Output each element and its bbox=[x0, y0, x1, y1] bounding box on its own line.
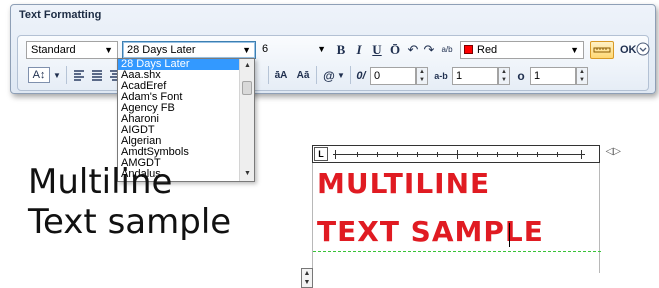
font-list-item[interactable]: AmdtSymbols bbox=[118, 147, 240, 158]
font-select-value: 28 Days Later bbox=[127, 44, 196, 56]
color-swatch bbox=[464, 45, 473, 54]
text-cursor bbox=[509, 223, 510, 247]
width-factor-spinner[interactable]: ▲ ▼ bbox=[576, 67, 588, 85]
font-list-item[interactable]: Algerian bbox=[118, 136, 240, 147]
font-list-item[interactable]: Aharoni bbox=[118, 114, 240, 125]
align-left-icon[interactable] bbox=[90, 69, 104, 88]
redo-icon[interactable]: ↷ bbox=[422, 41, 436, 59]
plain-text-line-2: Text sample bbox=[28, 202, 232, 242]
ruler-toggle-button[interactable] bbox=[590, 41, 614, 59]
chevron-down-icon[interactable]: ▼ bbox=[52, 67, 62, 85]
ruler-tick bbox=[457, 150, 458, 159]
ruler-tick bbox=[497, 152, 498, 157]
ruler-tick bbox=[537, 152, 538, 157]
toolbar-title: Text Formatting bbox=[19, 9, 102, 21]
tracking-spinner[interactable]: ▲ ▼ bbox=[498, 67, 510, 85]
ruler-tick bbox=[477, 152, 478, 157]
right-margin-marker[interactable] bbox=[581, 150, 582, 159]
undo-icon[interactable]: ↶ bbox=[406, 41, 420, 59]
plain-text-line-1: Multiline bbox=[28, 162, 173, 202]
italic-button[interactable]: I bbox=[352, 41, 366, 59]
ruler-tick bbox=[517, 152, 518, 157]
tab-type-icon[interactable]: L bbox=[314, 147, 328, 161]
stack-button[interactable]: a/b bbox=[438, 41, 456, 59]
text-ruler[interactable]: L ◁▷ bbox=[312, 145, 621, 163]
toolbar-separator bbox=[268, 66, 269, 84]
font-list-item[interactable]: 28 Days Later bbox=[118, 59, 240, 70]
scroll-up-icon[interactable]: ▲ bbox=[240, 59, 255, 73]
tracking-input[interactable]: 1 bbox=[452, 67, 498, 85]
toolbar-panel: Standard ▼ 28 Days Later ▼ 6 ▼ B I U Ō ↶… bbox=[17, 35, 650, 91]
style-select[interactable]: Standard ▼ bbox=[26, 41, 118, 59]
ruler-tick bbox=[417, 152, 418, 157]
oblique-angle-input[interactable]: 0 bbox=[370, 67, 416, 85]
text-editor[interactable]: L ◁▷ MULTILINE TEXT SAMPLE ▲ ▼ bbox=[301, 145, 621, 288]
overline-button[interactable]: Ō bbox=[388, 41, 402, 59]
text-formatting-toolbar: Text Formatting Standard ▼ 28 Days Later… bbox=[10, 4, 656, 94]
ruler-tick bbox=[557, 152, 558, 157]
scroll-down-icon[interactable]: ▼ bbox=[240, 167, 255, 181]
chevron-circle-down-icon[interactable] bbox=[636, 42, 650, 61]
height-resize-icon[interactable]: ▲ ▼ bbox=[301, 268, 313, 288]
red-text-line-1: MULTILINE bbox=[317, 167, 491, 200]
chevron-down-icon: ▼ bbox=[570, 45, 579, 55]
indent-marker[interactable] bbox=[335, 150, 336, 159]
ruler-tick bbox=[397, 152, 398, 157]
oblique-spinner[interactable]: ▲ ▼ bbox=[416, 67, 428, 85]
scroll-thumb[interactable] bbox=[242, 81, 252, 95]
font-list-item[interactable]: AIGDT bbox=[118, 125, 240, 136]
chevron-down-icon[interactable]: ▼ bbox=[336, 67, 346, 85]
font-select[interactable]: 28 Days Later ▼ bbox=[122, 41, 256, 59]
width-factor-input[interactable]: 1 bbox=[530, 67, 576, 85]
baseline-guide bbox=[313, 251, 601, 252]
ruler-resize-icon[interactable]: ◁▷ bbox=[606, 146, 621, 157]
text-edit-box[interactable]: MULTILINE TEXT SAMPLE ▲ ▼ bbox=[301, 163, 601, 288]
font-list-item[interactable]: Agency FB bbox=[118, 103, 240, 114]
oblique-angle-icon: 0/ bbox=[356, 70, 366, 82]
symbol-button[interactable]: @ bbox=[322, 67, 336, 85]
font-list-item[interactable]: Aaa.shx bbox=[118, 70, 240, 81]
ruler-icon bbox=[593, 47, 611, 53]
ok-button[interactable]: OK bbox=[620, 44, 637, 56]
ruler-tick bbox=[377, 152, 378, 157]
toolbar-separator bbox=[350, 66, 351, 84]
ruler-line bbox=[333, 154, 585, 155]
chevron-down-icon: ▼ bbox=[317, 44, 326, 54]
color-select[interactable]: Red ▼ bbox=[460, 41, 584, 59]
ruler-tick bbox=[437, 152, 438, 157]
justification-icon[interactable]: A↕ bbox=[28, 67, 50, 83]
font-list-item[interactable]: AcadEref bbox=[118, 81, 240, 92]
font-list-item[interactable]: Adam's Font bbox=[118, 92, 240, 103]
ruler-tick bbox=[357, 152, 358, 157]
paragraph-icon[interactable] bbox=[72, 69, 86, 88]
style-select-value: Standard bbox=[31, 44, 76, 56]
chevron-down-icon: ▼ bbox=[104, 45, 113, 55]
text-height-select[interactable]: 6 ▼ bbox=[258, 41, 330, 59]
uppercase-button[interactable]: āA bbox=[272, 67, 290, 85]
underline-button[interactable]: U bbox=[370, 41, 384, 59]
text-height-value: 6 bbox=[262, 43, 269, 55]
bold-button[interactable]: B bbox=[334, 41, 348, 59]
toolbar-separator bbox=[66, 66, 67, 84]
width-factor-icon: o bbox=[517, 69, 525, 83]
font-list-scrollbar[interactable]: ▲ ▼ bbox=[239, 59, 254, 181]
tracking-icon: a-b bbox=[434, 71, 448, 81]
toolbar-separator bbox=[316, 66, 317, 84]
plain-text-sample: Multiline Text sample bbox=[28, 162, 231, 242]
chevron-down-icon: ▼ bbox=[242, 45, 251, 55]
lowercase-button[interactable]: Aā bbox=[294, 67, 312, 85]
